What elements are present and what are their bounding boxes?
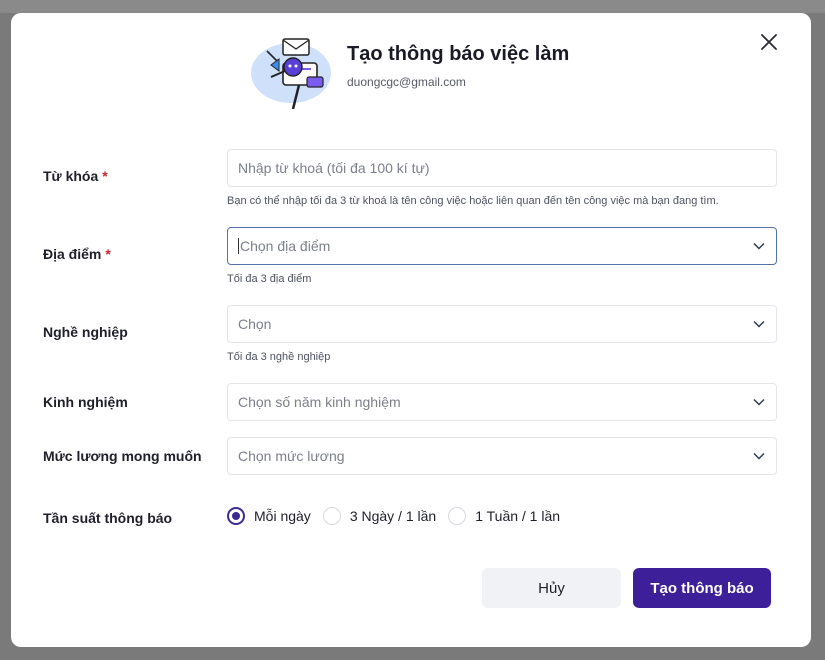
- location-label-text: Địa điểm: [43, 246, 102, 262]
- frequency-label: Tần suất thông báo: [43, 510, 173, 526]
- experience-label: Kinh nghiệm: [43, 394, 128, 410]
- radio-label: Mỗi ngày: [254, 508, 311, 524]
- close-icon: [761, 34, 777, 50]
- salary-select[interactable]: Chọn mức lương: [227, 437, 777, 475]
- radio-label: 3 Ngày / 1 lần: [349, 508, 437, 524]
- user-email: duongcgc@gmail.com: [347, 75, 466, 89]
- chevron-down-icon: [752, 239, 766, 253]
- occupation-hint: Tối đa 3 nghề nghiệp: [227, 351, 331, 363]
- background-page-top: [0, 0, 825, 13]
- frequency-option-daily[interactable]: Mỗi ngày: [227, 507, 311, 525]
- occupation-label: Nghề nghiệp: [43, 324, 128, 340]
- dialog-title: Tạo thông báo việc làm: [347, 43, 570, 65]
- chevron-down-icon: [752, 449, 766, 463]
- keyword-input[interactable]: Nhập từ khoá (tối đa 100 kí tự): [227, 149, 777, 187]
- occupation-select[interactable]: Chọn: [227, 305, 777, 343]
- keyword-label: Từ khóa *: [43, 168, 108, 184]
- radio-label: 1 Tuần / 1 lần: [475, 508, 561, 524]
- required-mark: *: [102, 168, 108, 184]
- create-job-alert-dialog: Tạo thông báo việc làm duongcgc@gmail.co…: [11, 13, 811, 647]
- keyword-hint: Bạn có thể nhập tối đa 3 từ khoá là tên …: [227, 195, 719, 207]
- radio-unselected-icon: [322, 507, 341, 525]
- salary-label: Mức lương mong muốn: [43, 448, 202, 464]
- text-cursor: [238, 238, 239, 254]
- radio-unselected-icon: [448, 507, 467, 525]
- chevron-down-icon: [752, 395, 766, 409]
- occupation-placeholder: Chọn: [238, 316, 272, 332]
- create-alert-button[interactable]: Tạo thông báo: [633, 568, 771, 608]
- experience-select[interactable]: Chọn số năm kinh nghiệm: [227, 383, 777, 421]
- keyword-placeholder: Nhập từ khoá (tối đa 100 kí tự): [238, 160, 430, 176]
- location-placeholder: Chọn địa điểm: [240, 238, 331, 254]
- radio-selected-icon: [227, 507, 245, 525]
- mailbox-illustration-icon: [249, 25, 333, 110]
- frequency-option-weekly[interactable]: 1 Tuần / 1 lần: [448, 507, 560, 525]
- cancel-button[interactable]: Hủy: [482, 568, 621, 608]
- experience-placeholder: Chọn số năm kinh nghiệm: [238, 394, 401, 410]
- location-label: Địa điểm *: [43, 246, 111, 262]
- location-select[interactable]: Chọn địa điểm: [227, 227, 777, 265]
- chevron-down-icon: [752, 317, 766, 331]
- frequency-radio-group: Mỗi ngày 3 Ngày / 1 lần 1 Tuần / 1 lần: [227, 507, 572, 525]
- close-button[interactable]: [756, 29, 782, 55]
- salary-placeholder: Chọn mức lương: [238, 448, 345, 464]
- location-hint: Tối đa 3 địa điểm: [227, 273, 312, 285]
- required-mark: *: [105, 246, 111, 262]
- frequency-option-3-days[interactable]: 3 Ngày / 1 lần: [322, 507, 437, 525]
- keyword-label-text: Từ khóa: [43, 168, 99, 184]
